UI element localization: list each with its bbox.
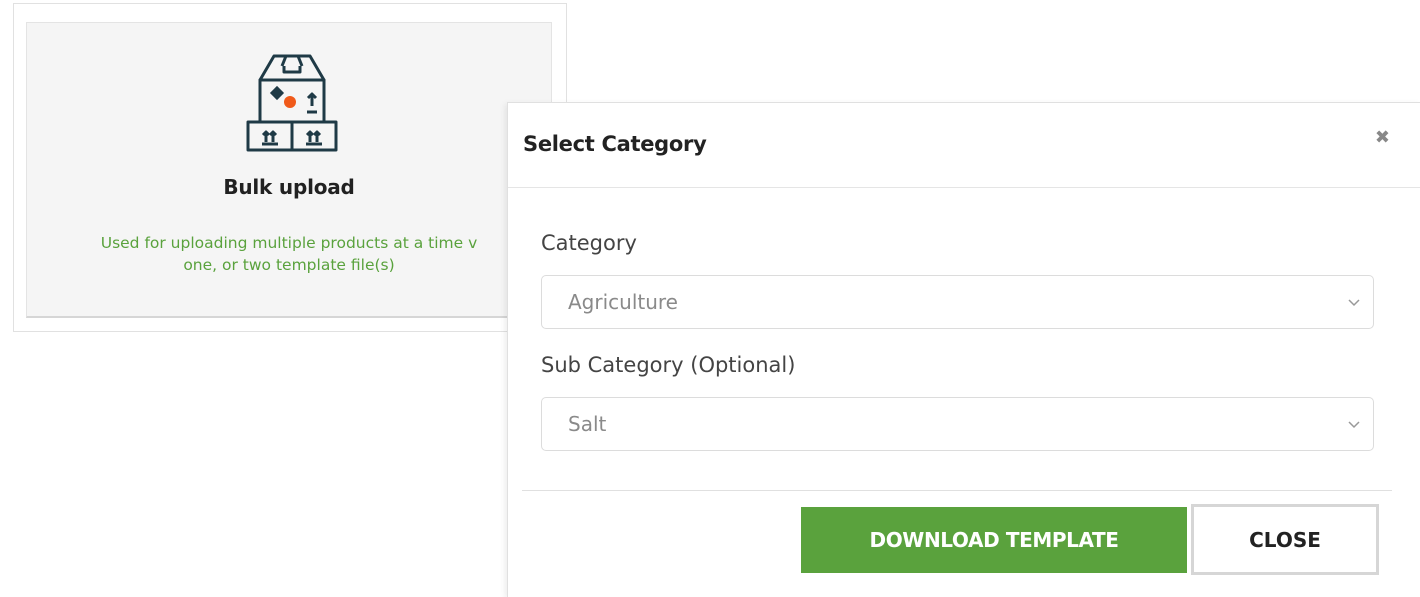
box-upload-icon (246, 54, 338, 152)
bulk-upload-title: Bulk upload (223, 175, 355, 199)
category-label: Category (541, 231, 637, 255)
bulk-upload-description: Used for uploading multiple products at … (26, 232, 552, 276)
download-template-button[interactable]: DOWNLOAD TEMPLATE (801, 507, 1187, 573)
modal-footer-divider (522, 490, 1392, 491)
category-select[interactable]: Agriculture (541, 275, 1374, 329)
category-selected-value: Agriculture (568, 290, 678, 314)
close-button[interactable]: CLOSE (1191, 504, 1379, 575)
chevron-down-icon (1348, 421, 1360, 429)
bulk-upload-description-line-1: Used for uploading multiple products at … (100, 234, 478, 252)
subcategory-label: Sub Category (Optional) (541, 353, 796, 377)
subcategory-selected-value: Salt (568, 412, 607, 436)
modal-header: Select Category ✖ (508, 103, 1420, 188)
select-category-modal: Select Category ✖ Category Agriculture S… (507, 102, 1420, 597)
modal-title: Select Category (523, 132, 707, 156)
bulk-upload-description-line-2: one, or two template file(s) (183, 256, 395, 274)
close-icon[interactable]: ✖ (1375, 129, 1390, 147)
subcategory-select[interactable]: Salt (541, 397, 1374, 451)
chevron-down-icon (1348, 299, 1360, 307)
